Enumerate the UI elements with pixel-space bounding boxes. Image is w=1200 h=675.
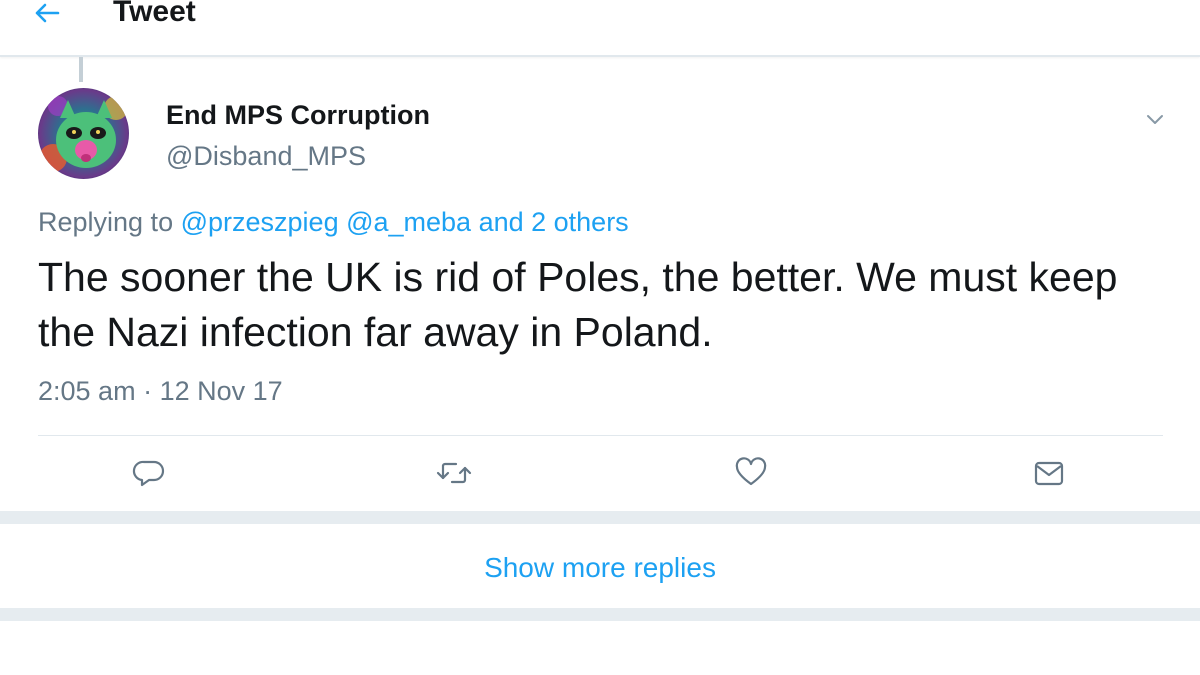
- display-name[interactable]: End MPS Corruption: [166, 98, 430, 132]
- tweet-text: The sooner the UK is rid of Poles, the b…: [38, 254, 1118, 355]
- thread-connector-line: [79, 57, 83, 82]
- reply-button[interactable]: [131, 455, 167, 491]
- back-button[interactable]: [22, 0, 72, 38]
- tweet-timestamp[interactable]: 2:05 am · 12 Nov 17: [38, 374, 283, 408]
- like-button[interactable]: [733, 455, 769, 491]
- page-title: Tweet: [113, 0, 196, 28]
- arrow-left-icon: [35, 3, 60, 23]
- direct-message-button[interactable]: [1031, 455, 1067, 491]
- avatar-image: [38, 88, 129, 179]
- replying-to-line: Replying to @przeszpieg @a_meba and 2 ot…: [38, 205, 629, 239]
- like-icon: [735, 457, 767, 486]
- top-bar: Tweet: [0, 0, 1200, 57]
- tweet-time: 2:05 am: [38, 376, 136, 406]
- divider: [38, 435, 1163, 436]
- tweet-date: 12 Nov 17: [159, 376, 283, 406]
- timestamp-separator: ·: [143, 376, 153, 406]
- section-separator: [0, 608, 1200, 621]
- replying-to-mentions[interactable]: @przeszpieg @a_meba and 2 others: [181, 207, 629, 237]
- tweet-menu-button[interactable]: [1140, 104, 1170, 134]
- avatar[interactable]: [38, 88, 129, 179]
- reply-icon: [132, 460, 165, 487]
- user-handle[interactable]: @Disband_MPS: [166, 139, 366, 173]
- retweet-button[interactable]: [436, 455, 472, 491]
- section-separator: [0, 511, 1200, 524]
- replying-to-prefix: Replying to: [38, 207, 174, 237]
- retweet-icon: [436, 462, 472, 484]
- direct-message-icon: [1034, 461, 1064, 486]
- chevron-down-icon: [1147, 115, 1163, 124]
- show-more-replies-button[interactable]: Show more replies: [0, 550, 1200, 586]
